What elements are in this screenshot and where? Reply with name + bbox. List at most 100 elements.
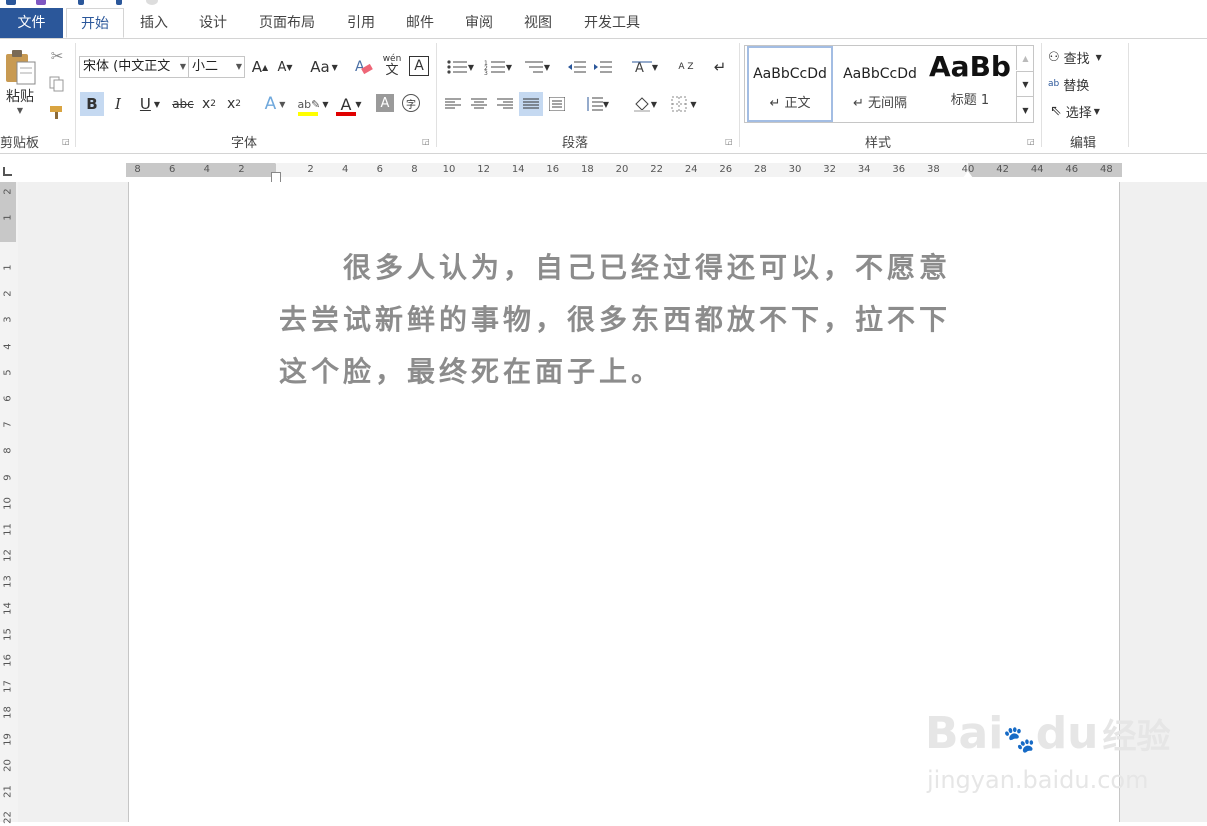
right-indent-marker[interactable]: [963, 171, 973, 178]
ruler-tick-label: 6: [376, 164, 383, 175]
editing-group-label: 编辑: [1070, 136, 1097, 151]
clear-formatting-button[interactable]: A: [352, 56, 376, 78]
styles-launcher-icon[interactable]: ◲: [1027, 138, 1035, 146]
divider: [1128, 43, 1129, 147]
font-color-icon: A: [340, 94, 352, 114]
decrease-indent-button[interactable]: [566, 56, 588, 78]
gallery-more-button[interactable]: ▼: [1016, 96, 1034, 123]
gallery-down-button[interactable]: ▼: [1016, 71, 1034, 96]
ruler-tick-label: 28: [754, 164, 767, 175]
align-center-button[interactable]: [468, 92, 490, 116]
style-preview: AaBb: [929, 50, 1011, 83]
underline-button[interactable]: U ▼: [134, 92, 166, 116]
font-name-combo[interactable]: 宋体 (中文正文 ▼: [79, 56, 189, 78]
style-heading-1[interactable]: AaBb 标题 1: [926, 46, 1014, 122]
ruler-tick-label: 20: [2, 758, 14, 772]
increase-indent-button[interactable]: [592, 56, 614, 78]
align-right-button[interactable]: [494, 92, 516, 116]
document-body[interactable]: 很多人认为，自己已经过得还可以，不愿意 去尝试新鲜的事物，很多东西都放不下，拉不…: [279, 242, 969, 398]
select-button[interactable]: ⇖ 选择 ▼: [1050, 100, 1122, 122]
first-line-indent-marker[interactable]: [271, 157, 281, 164]
text-effects-button[interactable]: A ▼: [258, 92, 292, 116]
font-launcher-icon[interactable]: ◲: [422, 138, 430, 146]
customize-icon[interactable]: [146, 0, 158, 5]
clear-formatting-icon: A: [355, 59, 373, 75]
paste-button[interactable]: 粘贴 ▼: [2, 45, 38, 117]
style-no-spacing[interactable]: AaBbCcDd ↵ 无间隔: [836, 46, 924, 122]
ruler-tick-label: 8: [411, 164, 418, 175]
cut-button[interactable]: ✂: [46, 45, 68, 67]
superscript-button[interactable]: x2: [224, 92, 244, 116]
ruler-tick-label: 42: [996, 164, 1009, 175]
numbering-button[interactable]: 1 2 3 ▼: [480, 56, 516, 78]
save-icon[interactable]: [6, 0, 16, 5]
multilevel-list-icon: [524, 61, 543, 73]
subscript-button[interactable]: x2: [199, 92, 219, 116]
clipboard-group-label: 剪贴板: [0, 136, 40, 151]
bullets-button[interactable]: ▼: [442, 56, 478, 78]
tab-selector[interactable]: [0, 157, 18, 182]
sort-button[interactable]: A Z: [674, 54, 698, 80]
multilevel-list-button[interactable]: ▼: [518, 56, 554, 78]
font-group-label: 字体: [231, 136, 258, 151]
tab-design[interactable]: 设计: [187, 8, 239, 38]
ruler-tick-label: 8: [2, 447, 14, 455]
chevron-down-icon: ▼: [505, 62, 513, 72]
tab-file[interactable]: 文件: [0, 8, 63, 38]
tab-mailings[interactable]: 邮件: [395, 8, 445, 38]
gallery-up-button[interactable]: ▲: [1016, 46, 1034, 70]
borders-button[interactable]: ▼: [666, 92, 702, 116]
chevron-down-icon: ▼: [355, 99, 362, 109]
font-size-combo[interactable]: 小二 ▼: [188, 56, 245, 78]
distributed-button[interactable]: [546, 92, 568, 116]
style-normal[interactable]: AaBbCcDd ↵ 正文: [747, 46, 833, 122]
italic-button[interactable]: I: [108, 92, 128, 116]
character-border-button[interactable]: A: [409, 56, 429, 76]
ruler-tick-label: 48: [1100, 164, 1113, 175]
copy-button[interactable]: [46, 73, 68, 95]
redo-icon[interactable]: [78, 0, 84, 5]
tab-review[interactable]: 审阅: [454, 8, 504, 38]
justify-button[interactable]: [519, 92, 543, 116]
enclose-characters-button[interactable]: 字: [402, 94, 420, 112]
tab-developer[interactable]: 开发工具: [576, 8, 648, 38]
ruler-tick-label: 2: [2, 188, 14, 195]
subscript-icon: x: [201, 96, 211, 112]
align-left-icon: [445, 98, 461, 109]
repeat-icon[interactable]: [116, 0, 122, 5]
show-marks-button[interactable]: ↵: [708, 56, 732, 78]
ruler-tick-label: 44: [1030, 164, 1044, 175]
bold-button[interactable]: B: [80, 92, 104, 116]
underline-icon: U: [139, 95, 151, 113]
paragraph-launcher-icon[interactable]: ◲: [725, 138, 733, 146]
chinese-layout-button[interactable]: A ▼: [628, 56, 662, 78]
tab-view[interactable]: 视图: [513, 8, 563, 38]
ruler-tick-label: 34: [857, 164, 871, 175]
line-spacing-button[interactable]: ▼: [580, 92, 614, 116]
shading-button[interactable]: ▼: [628, 92, 662, 116]
strikethrough-button[interactable]: abc: [170, 92, 196, 116]
change-case-button[interactable]: Aa ▼: [306, 56, 342, 78]
undo-icon[interactable]: [36, 0, 46, 5]
chevron-up-icon: ▲: [1022, 53, 1029, 63]
clipboard-launcher-icon[interactable]: ◲: [62, 138, 70, 146]
replace-button[interactable]: ab 替换: [1048, 73, 1120, 95]
find-button[interactable]: ⚇ 查找 ▼: [1048, 46, 1120, 68]
horizontal-ruler[interactable]: 8 6 4 2 2 4 6 8 10 12 14 16 18 20 22 24 26 28 30 32 34 36 38 40…: [126, 157, 1122, 184]
tab-insert[interactable]: 插入: [128, 8, 180, 38]
align-left-button[interactable]: [442, 92, 464, 116]
ruler-tick-label: 17: [2, 680, 14, 694]
shrink-font-button[interactable]: A ▼: [275, 56, 295, 78]
tab-home[interactable]: 开始: [66, 8, 124, 38]
format-painter-button[interactable]: [46, 101, 68, 123]
ruler-tick-label: 19: [2, 732, 14, 746]
svg-text:3: 3: [484, 70, 488, 75]
ruler-tick-label: 6: [2, 395, 14, 402]
grow-font-button[interactable]: A ▲: [250, 56, 270, 78]
ruler-tick-label: 14: [511, 164, 525, 175]
phonetic-guide-button[interactable]: wén 文: [380, 53, 404, 79]
tab-layout[interactable]: 页面布局: [250, 8, 324, 38]
watermark-logo: Bai🐾du 经验: [925, 708, 1171, 759]
character-shading-button[interactable]: A: [376, 94, 394, 112]
tab-references[interactable]: 引用: [336, 8, 386, 38]
